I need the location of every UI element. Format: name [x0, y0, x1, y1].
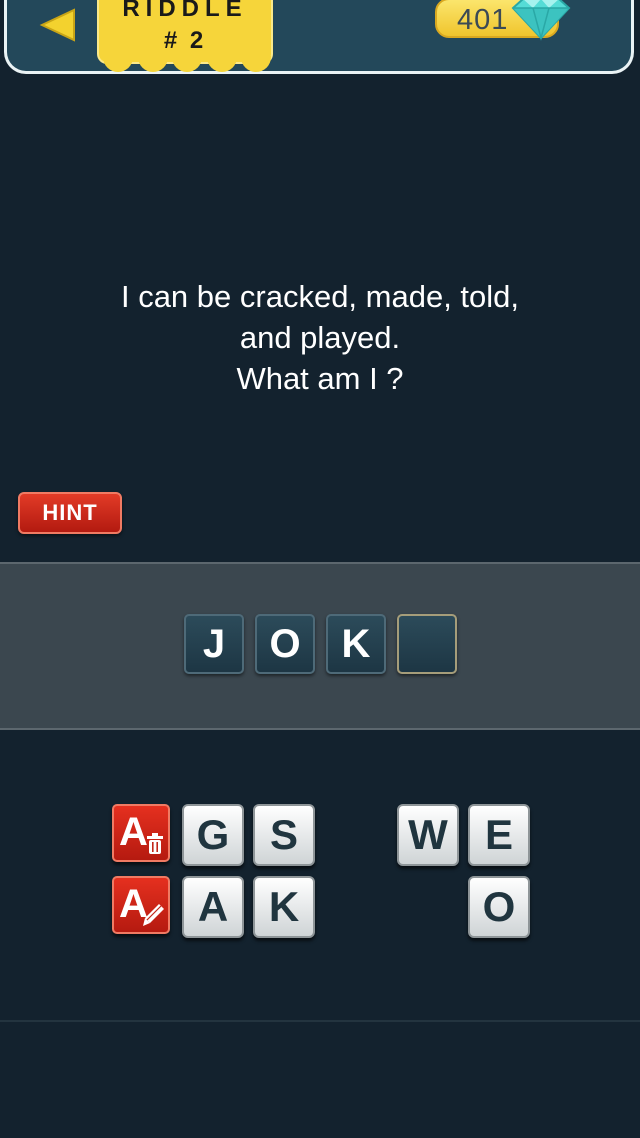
letter-tile-w[interactable]: W: [397, 804, 459, 866]
letter-tile-e[interactable]: E: [468, 804, 530, 866]
diamond-icon[interactable]: [499, 0, 583, 42]
remove-letters-button[interactable]: A: [112, 804, 170, 862]
answer-slot-3[interactable]: K: [326, 614, 386, 674]
answer-slot-1[interactable]: J: [184, 614, 244, 674]
back-arrow-icon: [39, 8, 75, 42]
letter-tile-s[interactable]: S: [253, 804, 315, 866]
top-bar: RIDDLE # 2 401: [4, 0, 634, 74]
hint-button[interactable]: HINT: [18, 492, 122, 534]
answer-slot-4[interactable]: [397, 614, 457, 674]
trash-icon: [147, 833, 163, 854]
letter-tile-o[interactable]: O: [468, 876, 530, 938]
remove-letters-glyph: A: [119, 810, 148, 854]
pencil-icon: [143, 904, 164, 926]
letter-tile-k[interactable]: K: [253, 876, 315, 938]
letter-tile-g[interactable]: G: [182, 804, 244, 866]
riddle-label: RIDDLE: [122, 0, 248, 22]
riddle-level-tag: RIDDLE # 2: [97, 0, 273, 72]
footer-divider: [0, 1020, 640, 1022]
answer-slot-2[interactable]: O: [255, 614, 315, 674]
question-line-1: I can be cracked, made, told,: [120, 279, 520, 314]
riddle-number: # 2: [163, 27, 207, 54]
letter-tile-a[interactable]: A: [182, 876, 244, 938]
riddle-question: I can be cracked, made, told, and played…: [20, 276, 620, 399]
question-line-2: and played.: [239, 320, 401, 355]
question-line-3: What am I ?: [236, 361, 404, 396]
back-button[interactable]: [35, 4, 81, 46]
answer-area: J O K: [0, 562, 640, 730]
reveal-letter-button[interactable]: A: [112, 876, 170, 934]
